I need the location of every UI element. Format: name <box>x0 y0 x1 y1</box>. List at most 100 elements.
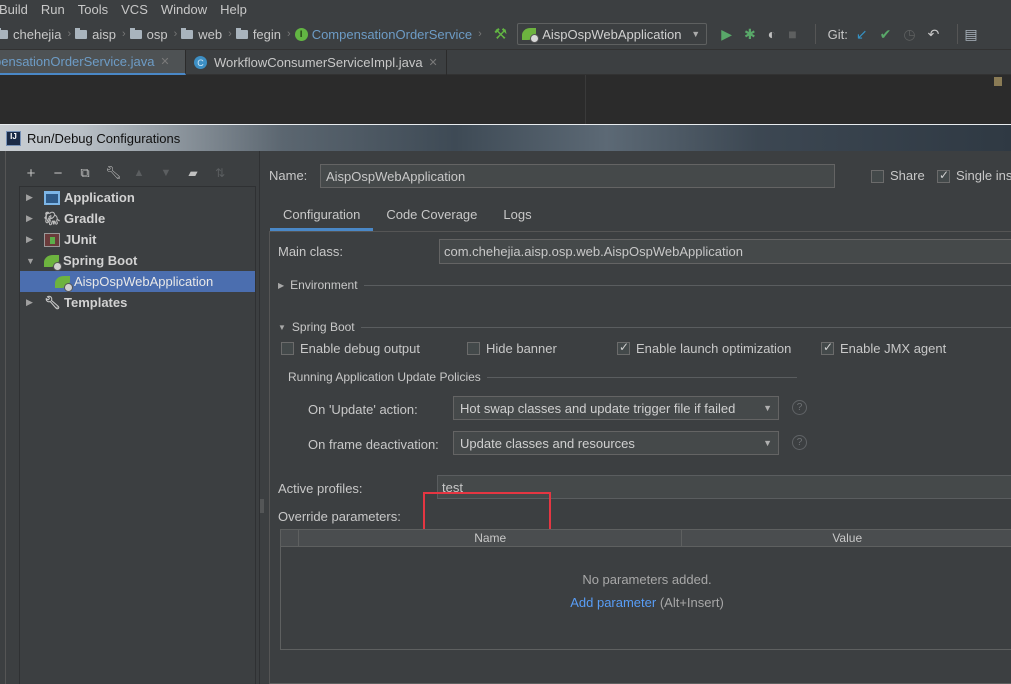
column-header-value[interactable]: Value <box>682 530 1011 546</box>
collapse-arrow-icon[interactable]: ▼ <box>26 256 36 266</box>
editor-tab-compensation-order-service[interactable]: pensationOrderService.java ✕ <box>0 50 186 75</box>
menu-help[interactable]: Help <box>220 2 247 17</box>
toolbar-divider <box>814 24 816 44</box>
build-hammer-icon[interactable]: ⚒ <box>494 25 507 43</box>
error-stripe-marker[interactable] <box>994 77 1002 86</box>
hide-banner-checkbox[interactable]: Hide banner <box>467 341 557 356</box>
code-editor[interactable] <box>0 75 1011 124</box>
expand-arrow-icon[interactable]: ▶ <box>26 297 36 308</box>
update-policies-section: Running Application Update Policies <box>288 370 797 384</box>
editor-tab-bar: pensationOrderService.java ✕ C WorkflowC… <box>0 50 1011 75</box>
help-icon[interactable]: ? <box>792 435 807 450</box>
close-icon[interactable]: ✕ <box>160 55 169 68</box>
name-field[interactable]: AispOspWebApplication <box>320 164 835 188</box>
sort-icon[interactable]: ⇅ <box>213 166 227 180</box>
spring-boot-section[interactable]: ▼ Spring Boot <box>278 320 1011 334</box>
move-up-icon[interactable]: ▲ <box>132 167 146 179</box>
checkbox-box[interactable] <box>281 342 294 355</box>
environment-section[interactable]: ▶ Environment <box>278 278 1011 292</box>
breadcrumb-chehejia[interactable]: chehejia <box>0 27 61 42</box>
enable-debug-output-checkbox[interactable]: Enable debug output <box>281 341 420 356</box>
remove-icon[interactable]: − <box>51 165 65 182</box>
breadcrumb-osp[interactable]: osp <box>129 27 168 42</box>
on-update-select[interactable]: Hot swap classes and update trigger file… <box>453 396 779 420</box>
checkbox-box[interactable] <box>821 340 834 355</box>
add-parameter-link[interactable]: Add parameter <box>570 595 656 610</box>
breadcrumb-fegin[interactable]: fegin <box>235 27 281 42</box>
help-icon[interactable]: ? <box>792 400 807 415</box>
breadcrumb-web[interactable]: web <box>181 27 222 42</box>
expand-arrow-icon: ▶ <box>278 280 285 290</box>
project-structure-icon[interactable]: ▤ <box>964 26 977 43</box>
wrench-icon[interactable]: 🔧︎ <box>105 165 122 181</box>
splitter-grip[interactable] <box>260 499 264 513</box>
main-class-label: Main class: <box>278 244 344 259</box>
table-header: Name Value <box>281 530 1011 547</box>
dialog-titlebar[interactable]: IJ Run/Debug Configurations <box>0 124 1011 151</box>
tab-logs[interactable]: Logs <box>490 201 544 231</box>
single-instance-checkbox-box[interactable] <box>937 168 950 184</box>
menu-window[interactable]: Window <box>161 2 207 17</box>
tree-item-aisp-osp-web-application[interactable]: AispOspWebApplication <box>20 271 255 292</box>
share-checkbox-box[interactable] <box>871 170 884 184</box>
menu-vcs[interactable]: VCS <box>121 2 148 17</box>
dialog-body: + − ⧉ 🔧︎ ▲ ▼ ▰ ⇅ ▶ Application ▶ 🐘︎ Grad… <box>5 151 1011 684</box>
run-with-coverage-icon[interactable]: ◐ <box>768 26 776 42</box>
enable-launch-optimization-checkbox[interactable]: Enable launch optimization <box>617 340 791 356</box>
editor-tab-workflow-consumer-service-impl[interactable]: C WorkflowConsumerServiceImpl.java ✕ <box>186 50 447 75</box>
close-icon[interactable]: ✕ <box>429 56 438 69</box>
on-frame-deactivation-select[interactable]: Update classes and resources ▼ <box>453 431 779 455</box>
spring-boot-icon <box>44 254 62 271</box>
share-checkbox[interactable]: Share <box>871 168 925 184</box>
active-profiles-label: Active profiles: <box>278 481 363 496</box>
run-icon[interactable]: ▶ <box>721 26 732 43</box>
folder-icon <box>75 27 88 39</box>
checkbox-box[interactable] <box>617 340 630 355</box>
enable-jmx-agent-checkbox[interactable]: Enable JMX agent <box>821 340 946 356</box>
git-history-icon[interactable]: ◷ <box>903 26 915 43</box>
breadcrumb-separator: › <box>228 28 232 40</box>
folder-icon <box>0 27 8 39</box>
chevron-down-icon: ▼ <box>763 403 772 413</box>
expand-arrow-icon[interactable]: ▶ <box>26 192 36 203</box>
add-icon[interactable]: + <box>24 165 38 182</box>
configurations-toolbar: + − ⧉ 🔧︎ ▲ ▼ ▰ ⇅ <box>24 163 240 183</box>
move-down-icon[interactable]: ▼ <box>159 167 173 179</box>
debug-icon[interactable]: ✱ <box>744 26 756 43</box>
configurations-tree: ▶ Application ▶ 🐘︎ Gradle ▶ JUnit ▼ Spri… <box>19 186 256 684</box>
git-revert-icon[interactable]: ↶ <box>928 26 940 43</box>
breadcrumb-separator: › <box>173 28 178 40</box>
menu-build[interactable]: Build <box>0 2 28 17</box>
tree-item-gradle[interactable]: ▶ 🐘︎ Gradle <box>20 208 255 229</box>
tree-item-spring-boot[interactable]: ▼ Spring Boot <box>20 250 255 271</box>
tree-item-junit[interactable]: ▶ JUnit <box>20 229 255 250</box>
stop-icon[interactable]: ■ <box>788 26 796 42</box>
main-class-field[interactable]: com.chehejia.aisp.osp.web.AispOspWebAppl… <box>439 239 1011 264</box>
tree-item-application[interactable]: ▶ Application <box>20 187 255 208</box>
single-instance-checkbox[interactable]: Single ins <box>937 168 1011 184</box>
copy-icon[interactable]: ⧉ <box>78 165 92 181</box>
git-update-icon[interactable]: ↙ <box>856 26 868 43</box>
checkbox-box[interactable] <box>467 342 480 355</box>
new-folder-icon[interactable]: ▰ <box>186 166 200 180</box>
navigation-bar: chehejia › aisp › osp › web › fegin › I … <box>0 19 1011 50</box>
git-commit-icon[interactable]: ✔ <box>880 26 892 43</box>
expand-arrow-icon[interactable]: ▶ <box>26 213 36 224</box>
section-divider <box>360 326 1011 328</box>
run-debug-configurations-dialog: IJ Run/Debug Configurations + − ⧉ 🔧︎ ▲ ▼… <box>0 124 1011 684</box>
configuration-tabs: Configuration Code Coverage Logs <box>270 201 545 231</box>
menu-run[interactable]: Run <box>41 2 65 17</box>
expand-arrow-icon[interactable]: ▶ <box>26 234 36 245</box>
section-divider <box>486 376 797 378</box>
menu-tools[interactable]: Tools <box>78 2 108 17</box>
breadcrumb-separator: › <box>67 28 72 40</box>
column-header-name[interactable]: Name <box>299 530 683 546</box>
gradle-icon: 🐘︎ <box>44 210 61 226</box>
tab-code-coverage[interactable]: Code Coverage <box>373 201 490 231</box>
breadcrumb-class[interactable]: I CompensationOrderService <box>294 27 472 42</box>
tab-configuration[interactable]: Configuration <box>270 201 374 231</box>
breadcrumb-aisp[interactable]: aisp <box>75 27 116 42</box>
run-configuration-selector[interactable]: AispOspWebApplication ▼ <box>517 23 708 45</box>
tree-item-templates[interactable]: ▶ 🔧︎ Templates <box>20 292 255 313</box>
pane-splitter[interactable] <box>259 151 260 684</box>
